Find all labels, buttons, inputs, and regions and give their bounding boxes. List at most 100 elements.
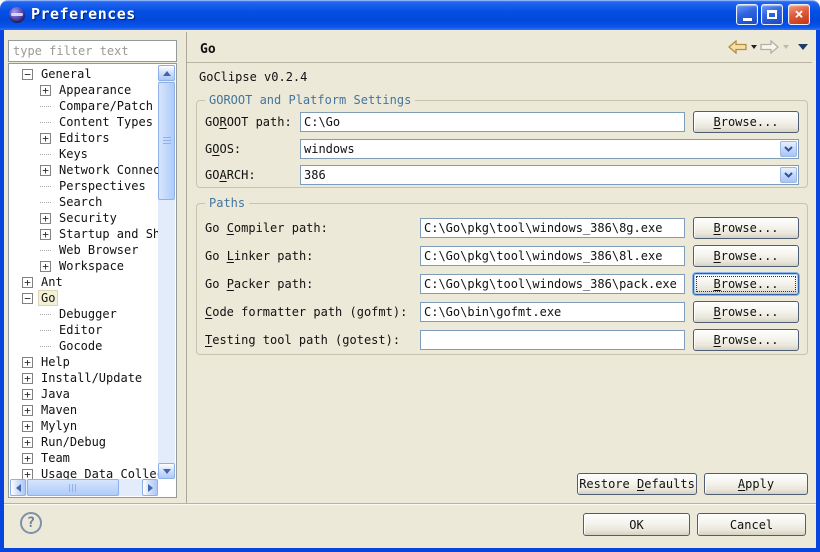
expander-icon[interactable] [40, 330, 51, 331]
tree-item-label: Usage Data Collect [38, 466, 158, 479]
tree-item[interactable]: Appearance [10, 82, 158, 98]
tree-item[interactable]: General [10, 66, 158, 82]
ok-button[interactable]: OK [583, 513, 690, 536]
expander-icon[interactable] [22, 293, 33, 304]
scroll-up-button[interactable] [158, 65, 175, 81]
expander-icon[interactable] [22, 277, 33, 288]
page-title: Go [200, 42, 216, 57]
tree-item[interactable]: Startup and Shu [10, 226, 158, 242]
tree-item[interactable]: Install/Update [10, 370, 158, 386]
expander-icon[interactable] [22, 405, 33, 416]
tree-item[interactable]: Workspace [10, 258, 158, 274]
back-menu-caret-icon[interactable] [751, 45, 757, 49]
tree-item[interactable]: Debugger [10, 306, 158, 322]
tree-item[interactable]: Go [10, 290, 158, 306]
expander-icon[interactable] [40, 346, 51, 347]
goos-dropdown-button[interactable] [780, 141, 797, 157]
expander-icon[interactable] [40, 229, 51, 240]
close-button[interactable]: × [788, 4, 810, 25]
goos-combo-value: windows [301, 140, 779, 158]
tree-item[interactable]: Security [10, 210, 158, 226]
browse-button[interactable]: Browse... [693, 245, 799, 267]
expander-icon[interactable] [22, 69, 33, 80]
help-button[interactable]: ? [20, 512, 42, 534]
expander-icon[interactable] [40, 186, 51, 187]
tree-item[interactable]: Team [10, 450, 158, 466]
tree-item[interactable]: Web Browser [10, 242, 158, 258]
tree-item[interactable]: Mylyn [10, 418, 158, 434]
back-button[interactable] [728, 40, 747, 54]
goos-combo[interactable]: windows [300, 139, 799, 159]
cancel-button[interactable]: Cancel [697, 513, 806, 536]
expander-icon[interactable] [40, 261, 51, 272]
tree-item[interactable]: Network Connect [10, 162, 158, 178]
tree-item[interactable]: Keys [10, 146, 158, 162]
minimize-button[interactable] [736, 4, 758, 25]
tree-item[interactable]: Compare/Patch [10, 98, 158, 114]
scroll-right-button[interactable] [142, 479, 158, 496]
tree-item-label: Go [38, 290, 58, 306]
expander-icon[interactable] [40, 213, 51, 224]
path-input[interactable]: C:\Go\pkg\tool\windows_386\pack.exe [420, 274, 685, 294]
tree-item[interactable]: Editor [10, 322, 158, 338]
expander-icon[interactable] [40, 314, 51, 315]
goroot-path-field[interactable]: C:\Go [300, 112, 685, 132]
expander-icon[interactable] [40, 165, 51, 176]
goarch-combo[interactable]: 386 [300, 165, 799, 185]
window-title: Preferences [31, 5, 136, 23]
history-nav [728, 40, 808, 54]
tree-item[interactable]: Perspectives [10, 178, 158, 194]
tree-item[interactable]: Gocode [10, 338, 158, 354]
expander-icon[interactable] [40, 154, 51, 155]
tree-vertical-scrollbar[interactable] [158, 65, 175, 479]
path-row: Go Compiler path: C:\Go\pkg\tool\windows… [205, 217, 799, 239]
browse-button[interactable]: Browse... [693, 301, 799, 323]
restore-defaults-button[interactable]: Restore Defaults [577, 473, 697, 495]
expander-icon[interactable] [22, 389, 33, 400]
goroot-browse-button[interactable]: Browse... [693, 111, 799, 133]
tree-item[interactable]: Editors [10, 130, 158, 146]
maximize-button[interactable] [761, 4, 783, 25]
expander-icon[interactable] [22, 421, 33, 432]
path-input[interactable]: C:\Go\pkg\tool\windows_386\8g.exe [420, 218, 685, 238]
tree-item[interactable]: Maven [10, 402, 158, 418]
expander-icon[interactable] [22, 469, 33, 480]
tree-horizontal-scrollbar[interactable] [10, 479, 158, 496]
tree-item[interactable]: Search [10, 194, 158, 210]
goarch-dropdown-button[interactable] [780, 167, 797, 183]
expander-icon[interactable] [40, 133, 51, 144]
tree-item[interactable]: Content Types [10, 114, 158, 130]
tree-item[interactable]: Usage Data Collect [10, 466, 158, 479]
forward-button[interactable] [760, 40, 779, 54]
tree-item[interactable]: Help [10, 354, 158, 370]
expander-icon[interactable] [40, 250, 51, 251]
tree-item-label: Editors [56, 130, 113, 146]
path-input[interactable]: C:\Go\bin\gofmt.exe [420, 302, 685, 322]
vertical-scroll-thumb[interactable] [158, 82, 175, 200]
filter-input[interactable] [8, 40, 177, 62]
view-menu-icon[interactable] [798, 44, 808, 50]
expander-icon[interactable] [40, 202, 51, 203]
browse-button[interactable]: Browse... [693, 217, 799, 239]
expander-icon[interactable] [40, 106, 51, 107]
browse-button[interactable]: Browse... [693, 329, 799, 351]
expander-icon[interactable] [22, 373, 33, 384]
expander-icon[interactable] [22, 437, 33, 448]
browse-button[interactable]: Browse... [693, 273, 799, 295]
expander-icon[interactable] [40, 122, 51, 123]
tree-item[interactable]: Ant [10, 274, 158, 290]
apply-button[interactable]: Apply [704, 473, 808, 495]
tree-item[interactable]: Run/Debug [10, 434, 158, 450]
title-bar[interactable]: Preferences × [0, 0, 820, 30]
tree-item[interactable]: Java [10, 386, 158, 402]
scroll-down-button[interactable] [158, 463, 175, 479]
scroll-left-button[interactable] [10, 479, 26, 496]
tree-item-label: General [38, 66, 95, 82]
expander-icon[interactable] [22, 357, 33, 368]
expander-icon[interactable] [40, 85, 51, 96]
close-icon: × [794, 7, 803, 22]
expander-icon[interactable] [22, 453, 33, 464]
path-input[interactable] [420, 330, 685, 350]
horizontal-scroll-thumb[interactable] [27, 479, 119, 496]
path-input[interactable]: C:\Go\pkg\tool\windows_386\8l.exe [420, 246, 685, 266]
